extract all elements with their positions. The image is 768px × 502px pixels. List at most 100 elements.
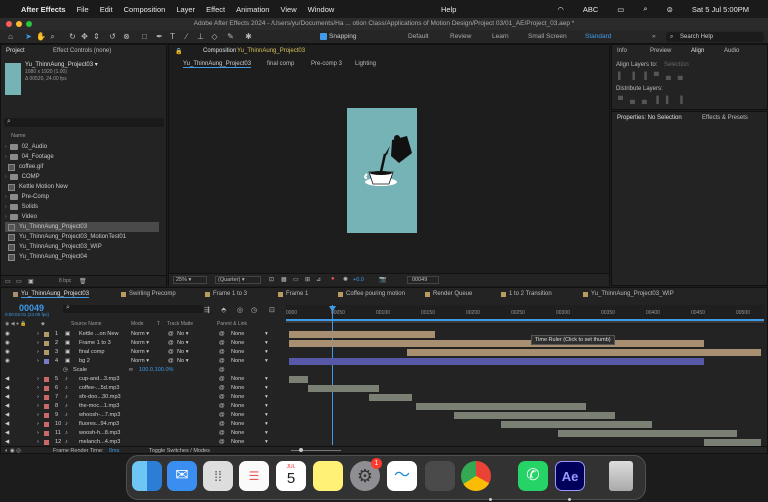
comp-name[interactable]: Yu_ThinnAung_Project03 ▾: [25, 61, 98, 68]
menu-file[interactable]: File: [77, 5, 89, 14]
region-icon[interactable]: ⊡: [269, 276, 274, 283]
roto-brush-icon[interactable]: ✎: [226, 32, 235, 41]
exposure-icon[interactable]: ✺: [343, 276, 348, 283]
source-name-header[interactable]: Source Name: [71, 321, 102, 327]
parent-pickwhip-icon[interactable]: @: [219, 375, 225, 384]
calendar-icon[interactable]: JUL 5: [276, 461, 306, 491]
exposure-value[interactable]: +0.0: [353, 277, 364, 283]
app-menu[interactable]: After Effects: [21, 5, 66, 14]
tab-properties[interactable]: Properties: No Selection: [617, 115, 682, 121]
breadcrumb-3[interactable]: Lighting: [355, 61, 376, 67]
layer-name[interactable]: fluores...94.mp3: [79, 420, 119, 429]
project-item[interactable]: › 04_Footage: [5, 152, 54, 162]
lock-icon[interactable]: 🔒: [175, 48, 182, 55]
expand-layer-icon[interactable]: ›: [37, 357, 39, 366]
video-eye-icon[interactable]: ◉: [5, 357, 10, 366]
resolution-dropdown[interactable]: (Quarter) ▾: [215, 276, 261, 284]
layer-name[interactable]: final comp: [79, 348, 105, 357]
tab-align[interactable]: Align: [691, 48, 704, 54]
layer-row[interactable]: ◀ › 7 ♪ sfx-doo...30.mp3 @ None ▾: [1, 393, 283, 402]
chevron-down-icon[interactable]: ▾: [265, 384, 268, 393]
track-matte-dropdown[interactable]: No ▾: [177, 348, 189, 357]
menu-effect[interactable]: Effect: [206, 5, 225, 14]
input-source[interactable]: ABC: [583, 5, 598, 14]
distribute-buttons[interactable]: ▀▄▄▐▌▐: [618, 97, 690, 104]
parent-pickwhip-icon[interactable]: @: [219, 429, 225, 438]
align-to-dropdown[interactable]: Selection: [664, 62, 689, 68]
breadcrumb-0[interactable]: Yu_ThinnAung_Project03: [183, 61, 252, 68]
parent-pickwhip-icon[interactable]: @: [219, 348, 225, 357]
workspace-standard[interactable]: Standard: [585, 33, 611, 40]
layer-name[interactable]: coffee-...5d.mp3: [79, 384, 119, 393]
new-folder-icon[interactable]: ▭: [16, 278, 22, 285]
chevron-down-icon[interactable]: ▾: [265, 339, 268, 348]
video-eye-icon[interactable]: ◉: [5, 339, 10, 348]
menu-help[interactable]: Help: [441, 5, 456, 14]
workspace-default[interactable]: Default: [408, 33, 429, 40]
parent-pickwhip-icon[interactable]: @: [219, 411, 225, 420]
layer-row[interactable]: ◀ › 10 ♪ fluores...94.mp3 @ None ▾: [1, 420, 283, 429]
mode-header[interactable]: Mode: [131, 321, 144, 327]
home-icon[interactable]: ⌂: [6, 32, 15, 41]
track-matte-dropdown[interactable]: No ▾: [177, 330, 189, 339]
timeline-tab[interactable]: Frame 1: [286, 291, 308, 297]
menu-layer[interactable]: Layer: [176, 5, 195, 14]
parent-dropdown[interactable]: None: [231, 330, 244, 339]
zoom-dropdown[interactable]: 25% ▾: [173, 276, 207, 284]
workspace-small-screen[interactable]: Small Screen: [528, 33, 567, 40]
disclosure-icon[interactable]: ›: [5, 152, 7, 162]
zoom-window-button[interactable]: [26, 21, 32, 27]
label-color-swatch[interactable]: [44, 404, 49, 409]
dolly-tool-icon[interactable]: ⇕: [92, 32, 101, 41]
work-area-range[interactable]: [286, 319, 764, 321]
timeline-tab[interactable]: Yu_ThinnAung_Project03: [21, 291, 90, 298]
zoom-tool-icon[interactable]: ⌕: [48, 32, 57, 41]
playhead-line[interactable]: [332, 305, 333, 445]
timeline-tab[interactable]: Frame 1 to 3: [213, 291, 247, 297]
pickwhip-icon[interactable]: @: [168, 357, 174, 366]
label-color-swatch[interactable]: [44, 440, 49, 445]
snapshot-icon[interactable]: 📷: [379, 276, 386, 283]
composition-canvas[interactable]: [347, 108, 417, 233]
label-color-swatch[interactable]: [44, 359, 49, 364]
parent-dropdown[interactable]: None: [231, 357, 244, 366]
guides-icon[interactable]: ⊞: [305, 276, 310, 283]
chevron-down-icon[interactable]: ▾: [265, 330, 268, 339]
t-header[interactable]: T: [157, 321, 160, 327]
workspace-review[interactable]: Review: [450, 33, 471, 40]
tab-effects-presets[interactable]: Effects & Presets: [702, 115, 748, 121]
chevron-down-icon[interactable]: ▾: [265, 348, 268, 357]
close-window-button[interactable]: [6, 21, 12, 27]
layer-name[interactable]: Kettle ...on New: [79, 330, 119, 339]
bpc-label[interactable]: 8 bpc: [59, 278, 71, 284]
project-search-input[interactable]: ⌕: [4, 118, 164, 127]
audio-icon[interactable]: ◀: [5, 429, 9, 438]
audio-icon[interactable]: ◀: [5, 402, 9, 411]
layer-row[interactable]: ◀ › 9 ♪ whoosh-...7.mp3 @ None ▾: [1, 411, 283, 420]
disclosure-icon[interactable]: ›: [5, 202, 7, 212]
parent-pickwhip-icon[interactable]: @: [219, 357, 225, 366]
parent-pickwhip-icon[interactable]: @: [219, 330, 225, 339]
expand-layer-icon[interactable]: ›: [37, 393, 39, 402]
wifi-icon[interactable]: ◠: [557, 5, 564, 14]
audio-icon[interactable]: ◀: [5, 411, 9, 420]
chrome-icon[interactable]: [461, 461, 491, 491]
parent-pickwhip-icon[interactable]: @: [219, 402, 225, 411]
layer-duration-bar[interactable]: [289, 340, 705, 347]
label-color-swatch[interactable]: [44, 386, 49, 391]
expand-layer-icon[interactable]: ›: [37, 348, 39, 357]
expand-layer-icon[interactable]: ›: [37, 402, 39, 411]
parent-dropdown[interactable]: None: [231, 411, 244, 420]
chevron-down-icon[interactable]: ▾: [265, 402, 268, 411]
layer-duration-bar[interactable]: [307, 385, 379, 392]
mail-icon[interactable]: ✉: [167, 461, 197, 491]
layer-name[interactable]: Frame 1 to 3: [79, 339, 111, 348]
chevron-down-icon[interactable]: ▾: [265, 411, 268, 420]
snapping-checkbox[interactable]: [320, 33, 327, 40]
rotate-tool-icon[interactable]: ↺: [108, 32, 117, 41]
track-matte-header[interactable]: Track Matte: [167, 321, 193, 327]
timeline-tab[interactable]: Yu_ThinnAung_Project03_WIP: [591, 291, 674, 297]
project-item[interactable]: Yu_ThinnAung_Project03_MotionTest01: [5, 232, 126, 242]
layer-duration-bar[interactable]: [289, 358, 705, 365]
parent-dropdown[interactable]: None: [231, 420, 244, 429]
